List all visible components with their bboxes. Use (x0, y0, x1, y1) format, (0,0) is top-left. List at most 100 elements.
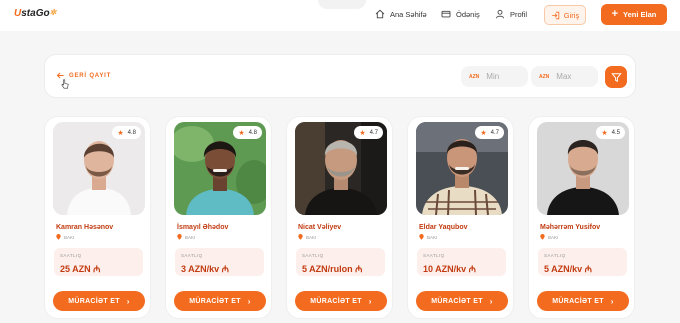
location-pin-icon (540, 234, 545, 240)
worker-location: BAKI (419, 234, 437, 240)
price-panel: SAATLIQ 5 AZN/kv ₼ (538, 248, 627, 276)
location-pin-icon (56, 234, 61, 240)
apply-label: MÜRACİƏT ET (310, 297, 362, 305)
rating-value: 4.7 (369, 129, 378, 136)
worker-card[interactable]: ★ 4.8 İsmayıl Əhədov BAKI SAATLIQ 3 AZN/… (165, 116, 272, 319)
nav-home-link[interactable]: Ana Səhifə (375, 9, 427, 19)
apply-button[interactable]: MÜRACİƏT ET › (416, 291, 508, 311)
rating-badge: ★ 4.8 (233, 126, 262, 139)
ustago-logo[interactable]: UstaGo✲ (14, 8, 56, 19)
apply-button[interactable]: MÜRACİƏT ET › (53, 291, 145, 311)
worker-location: BAKI (298, 234, 316, 240)
rating-value: 4.8 (127, 129, 136, 136)
price-type-label: SAATLIQ (60, 253, 82, 258)
min-price-input[interactable]: AZN Min (461, 66, 528, 87)
price-type-label: SAATLIQ (302, 253, 324, 258)
login-label: Giriş (563, 10, 580, 20)
star-icon: ★ (238, 129, 245, 137)
price-value: 25 AZN ₼ (60, 264, 101, 274)
plus-icon: + (611, 8, 619, 20)
rating-value: 4.5 (611, 129, 620, 136)
worker-location: BAKI (540, 234, 558, 240)
sparkle-icon: ✲ (49, 8, 57, 17)
worker-card[interactable]: ★ 4.8 Kamran Həsənov BAKI SAATLIQ 25 AZN… (44, 116, 151, 319)
filter-bar: GERİ QAYIT AZN Min AZN Max (44, 54, 636, 98)
worker-name: Nicat Vəliyev (298, 224, 342, 231)
price-type-label: SAATLIQ (181, 253, 203, 258)
worker-name: Kamran Həsənov (56, 224, 114, 231)
card-icon (441, 10, 451, 18)
nav-profile-link[interactable]: Profil (495, 9, 527, 19)
star-icon: ★ (359, 129, 366, 137)
rating-badge: ★ 4.7 (475, 126, 504, 139)
user-icon (496, 9, 504, 19)
nav-profile-label: Profil (510, 9, 528, 19)
rating-value: 4.7 (490, 129, 499, 136)
worker-name: İsmayıl Əhədov (177, 224, 229, 231)
worker-photo: ★ 4.8 (53, 122, 145, 215)
new-listing-label: Yeni Elan (623, 10, 657, 19)
min-currency-label: AZN (469, 73, 480, 80)
filter-button[interactable] (605, 66, 627, 88)
city-label: BAKI (548, 234, 559, 240)
apply-button[interactable]: MÜRACİƏT ET › (295, 291, 387, 311)
worker-card[interactable]: ★ 4.7 Nicat Vəliyev BAKI SAATLIQ 5 AZN/r… (286, 116, 393, 319)
nav-payment-label: Ödəniş (456, 9, 480, 19)
apply-button[interactable]: MÜRACİƏT ET › (174, 291, 266, 311)
worker-card[interactable]: ★ 4.5 Məhərrəm Yusifov BAKI SAATLIQ 5 AZ… (528, 116, 635, 319)
city-label: BAKI (306, 234, 317, 240)
price-panel: SAATLIQ 3 AZN/kv ₼ (175, 248, 264, 276)
star-icon: ★ (601, 129, 608, 137)
location-pin-icon (298, 234, 303, 240)
price-value: 10 AZN/kv ₼ (423, 264, 476, 274)
apply-label: MÜRACİƏT ET (552, 297, 604, 305)
rating-badge: ★ 4.8 (112, 126, 141, 139)
back-label: GERİ QAYIT (69, 72, 112, 79)
price-type-label: SAATLIQ (544, 253, 566, 258)
min-placeholder: Min (486, 72, 500, 81)
price-value: 3 AZN/kv ₼ (181, 264, 229, 274)
max-price-input[interactable]: AZN Max (531, 66, 598, 87)
city-label: BAKI (427, 234, 438, 240)
max-placeholder: Max (556, 72, 572, 81)
price-value: 5 AZN/rulon ₼ (302, 264, 363, 274)
login-icon (551, 11, 560, 19)
header-decoration (318, 0, 366, 9)
login-button[interactable]: Giriş (544, 5, 586, 25)
chevron-right-icon: › (489, 296, 493, 306)
rating-value: 4.8 (248, 129, 257, 136)
star-icon: ★ (117, 129, 124, 137)
apply-button[interactable]: MÜRACİƏT ET › (537, 291, 629, 311)
chevron-right-icon: › (247, 296, 251, 306)
worker-name: Eldar Yaqubov (419, 224, 468, 231)
worker-photo: ★ 4.5 (537, 122, 629, 215)
new-listing-button[interactable]: + Yeni Elan (601, 4, 667, 25)
funnel-icon (610, 72, 622, 82)
worker-photo: ★ 4.7 (416, 122, 508, 215)
worker-photo: ★ 4.7 (295, 122, 387, 215)
home-icon (375, 9, 385, 19)
apply-label: MÜRACİƏT ET (68, 297, 120, 305)
worker-card[interactable]: ★ 4.7 Eldar Yaqubov BAKI SAATLIQ 10 AZN/… (407, 116, 514, 319)
price-panel: SAATLIQ 5 AZN/rulon ₼ (296, 248, 385, 276)
worker-photo: ★ 4.8 (174, 122, 266, 215)
worker-name: Məhərrəm Yusifov (540, 224, 601, 231)
worker-location: BAKI (177, 234, 195, 240)
chevron-right-icon: › (126, 296, 130, 306)
apply-label: MÜRACİƏT ET (431, 297, 483, 305)
rating-badge: ★ 4.7 (354, 126, 383, 139)
city-label: BAKI (64, 234, 75, 240)
price-panel: SAATLIQ 10 AZN/kv ₼ (417, 248, 506, 276)
star-icon: ★ (480, 129, 487, 137)
top-nav-bar: UstaGo✲ Ana Səhifə Ödəniş Profil Giriş +… (0, 0, 680, 31)
nav-home-label: Ana Səhifə (390, 9, 427, 19)
nav-payment-link[interactable]: Ödəniş (441, 9, 480, 19)
price-type-label: SAATLIQ (423, 253, 445, 258)
price-panel: SAATLIQ 25 AZN ₼ (54, 248, 143, 276)
location-pin-icon (177, 234, 182, 240)
pointer-cursor-icon (61, 79, 69, 89)
chevron-right-icon: › (610, 296, 614, 306)
city-label: BAKI (185, 234, 196, 240)
rating-badge: ★ 4.5 (596, 126, 625, 139)
chevron-right-icon: › (368, 296, 372, 306)
